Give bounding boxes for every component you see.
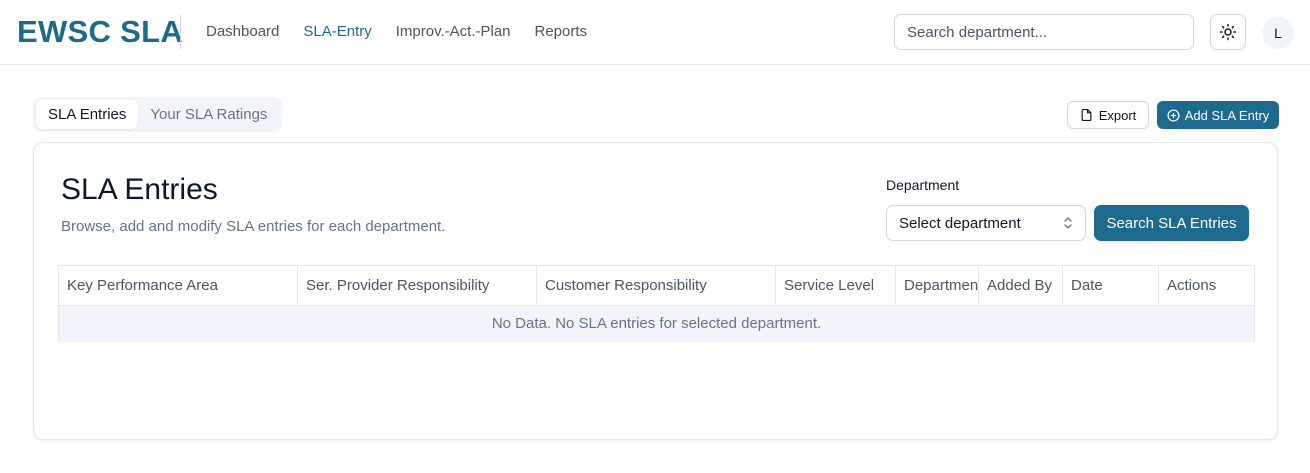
department-search-input[interactable] <box>894 14 1194 50</box>
brand-divider <box>180 15 181 49</box>
user-avatar[interactable]: L <box>1262 17 1294 49</box>
tab-your-sla-ratings[interactable]: Your SLA Ratings <box>138 100 279 129</box>
nav-item-dashboard[interactable]: Dashboard <box>206 23 279 40</box>
column-header[interactable]: Added By <box>978 265 1063 306</box>
brand-logo[interactable]: EWSC SLA <box>17 14 183 50</box>
nav-item-improv-act-plan[interactable]: Improv.-Act.-Plan <box>396 23 511 40</box>
page-title: SLA Entries <box>61 173 218 206</box>
column-header[interactable]: Date <box>1062 265 1159 306</box>
main-nav: Dashboard SLA-Entry Improv.-Act.-Plan Re… <box>206 23 587 40</box>
department-select[interactable]: Select department <box>886 205 1086 241</box>
export-button[interactable]: Export <box>1067 101 1149 129</box>
add-sla-entry-label: Add SLA Entry <box>1184 107 1270 123</box>
theme-toggle-button[interactable] <box>1210 14 1246 50</box>
add-sla-entry-button[interactable]: Add SLA Entry <box>1157 101 1279 129</box>
view-tabs: SLA Entries Your SLA Ratings <box>33 97 283 132</box>
column-header[interactable]: Department <box>895 265 979 306</box>
top-header: EWSC SLA Dashboard SLA-Entry Improv.-Act… <box>0 0 1310 65</box>
empty-message: No Data. No SLA entries for selected dep… <box>58 305 1255 342</box>
plus-circle-icon <box>1167 108 1180 122</box>
table-header-row: Key Performance Area Ser. Provider Respo… <box>58 265 1255 306</box>
column-header[interactable]: Service Level <box>775 265 896 306</box>
search-sla-entries-button[interactable]: Search SLA Entries <box>1094 205 1249 241</box>
department-label: Department <box>886 177 960 193</box>
sun-icon <box>1219 23 1237 41</box>
nav-item-reports[interactable]: Reports <box>535 23 588 40</box>
table-empty-row: No Data. No SLA entries for selected dep… <box>58 305 1255 342</box>
column-header[interactable]: Customer Responsibility <box>536 265 776 306</box>
department-select-value: Select department <box>899 214 1021 232</box>
file-icon <box>1081 108 1092 122</box>
nav-item-sla-entry[interactable]: SLA-Entry <box>303 23 371 40</box>
column-header[interactable]: Actions <box>1158 265 1255 306</box>
export-label: Export <box>1098 107 1137 123</box>
column-header[interactable]: Ser. Provider Responsibility <box>297 265 537 306</box>
sla-entries-table: Key Performance Area Ser. Provider Respo… <box>58 265 1255 342</box>
chevrons-up-down-icon <box>1064 217 1072 229</box>
page-description: Browse, add and modify SLA entries for e… <box>61 218 446 235</box>
sla-entries-card: SLA Entries Browse, add and modify SLA e… <box>33 142 1278 440</box>
tab-sla-entries[interactable]: SLA Entries <box>36 100 139 129</box>
column-header[interactable]: Key Performance Area <box>58 265 298 306</box>
